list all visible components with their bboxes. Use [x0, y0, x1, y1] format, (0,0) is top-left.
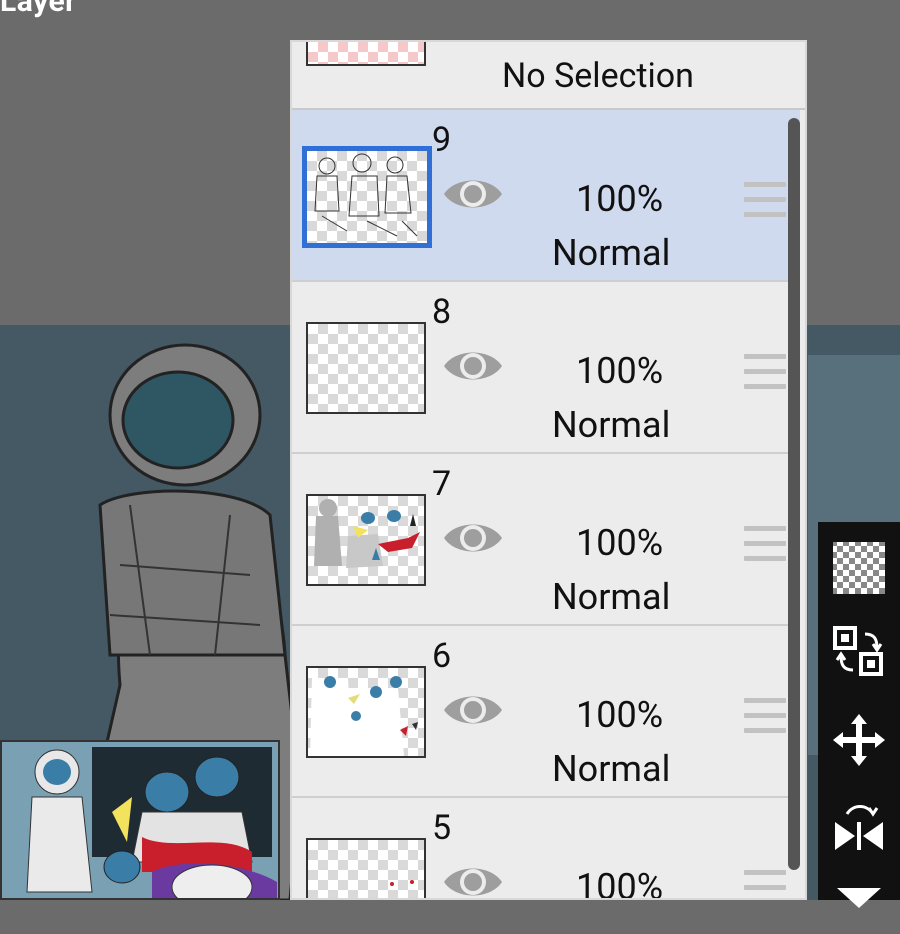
selection-thumbnail	[306, 42, 426, 66]
visibility-eye-icon[interactable]	[442, 516, 504, 560]
layer-opacity[interactable]: 100%	[576, 178, 663, 220]
layer-row-5[interactable]: 5 100%	[292, 798, 800, 900]
transparency-grid-icon[interactable]	[831, 540, 887, 596]
layer-number: 8	[432, 292, 452, 332]
layer-5-thumbnail-art	[390, 880, 414, 886]
canvas-navigator-preview[interactable]	[0, 740, 280, 900]
layer-number: 5	[432, 808, 452, 848]
layer-thumbnail	[306, 666, 426, 758]
drag-handle-icon[interactable]	[744, 698, 786, 738]
layer-9-thumbnail-art	[314, 153, 418, 237]
drag-handle-icon[interactable]	[744, 182, 786, 222]
layer-opacity[interactable]: 100%	[576, 866, 663, 898]
flip-icon[interactable]	[831, 800, 887, 856]
layer-row-8[interactable]: 8 100% Normal	[292, 282, 800, 454]
layer-thumbnail	[306, 838, 426, 898]
visibility-eye-icon[interactable]	[442, 860, 504, 900]
layer-6-thumbnail-art	[310, 676, 418, 756]
layer-opacity[interactable]: 100%	[576, 694, 663, 736]
layer-list-scrollbar[interactable]	[788, 118, 800, 870]
layer-opacity[interactable]: 100%	[576, 522, 663, 564]
drag-handle-icon[interactable]	[744, 870, 786, 898]
visibility-eye-icon[interactable]	[442, 688, 504, 732]
swap-layers-icon[interactable]	[831, 624, 887, 680]
layer-row-7[interactable]: 7 100% Normal	[292, 454, 800, 626]
layer-thumbnail	[306, 322, 426, 414]
merge-down-icon[interactable]	[831, 878, 887, 934]
layer-blend-mode[interactable]: Normal	[552, 576, 670, 618]
layer-thumbnail	[302, 146, 432, 248]
visibility-eye-icon[interactable]	[442, 172, 504, 216]
layer-tools-toolbar	[818, 522, 900, 908]
selection-row[interactable]: No Selection	[292, 42, 805, 110]
layer-number: 6	[432, 636, 452, 676]
layer-blend-mode[interactable]: Normal	[552, 748, 670, 790]
move-icon[interactable]	[831, 712, 887, 768]
visibility-eye-icon[interactable]	[442, 344, 504, 388]
layer-opacity[interactable]: 100%	[576, 350, 663, 392]
layer-blend-mode[interactable]: Normal	[552, 404, 670, 446]
layer-blend-mode[interactable]: Normal	[552, 232, 670, 274]
layer-row-6[interactable]: 6 100% Normal	[292, 626, 800, 798]
layer-number: 9	[432, 120, 452, 160]
layer-row-9[interactable]: 9 100% Normal	[292, 110, 800, 282]
drag-handle-icon[interactable]	[744, 354, 786, 394]
drag-handle-icon[interactable]	[744, 526, 786, 566]
navigator-artwork	[2, 742, 278, 898]
selection-label: No Selection	[502, 56, 694, 96]
layer-7-thumbnail-art	[314, 499, 420, 568]
layer-number: 7	[432, 464, 452, 504]
layer-thumbnail	[306, 494, 426, 586]
page-title: Layer	[0, 0, 77, 19]
layer-panel: No Selection 9 100% Normal 8 100% Normal…	[290, 40, 807, 900]
